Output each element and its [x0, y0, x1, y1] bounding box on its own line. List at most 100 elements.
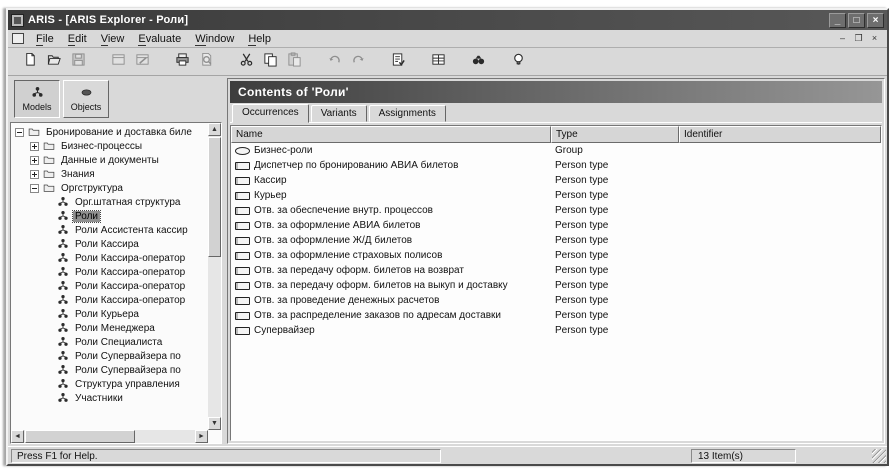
- tip-of-day-button[interactable]: [507, 52, 529, 72]
- tree-item[interactable]: Оргструктура: [13, 181, 208, 195]
- table-row[interactable]: Отв. за оформление АВИА билетов Person ty…: [231, 218, 881, 233]
- cell-name: Отв. за оформление Ж/Д билетов: [231, 235, 551, 246]
- tree-item[interactable]: Бронирование и доставка биле: [13, 125, 208, 139]
- tree-item[interactable]: Роли Кассира: [13, 237, 208, 251]
- tree-item[interactable]: Бизнес-процессы: [13, 139, 208, 153]
- table-row[interactable]: Отв. за обеспечение внутр. процессов Pers…: [231, 203, 881, 218]
- tree-item[interactable]: Роли Кассира-оператор: [13, 251, 208, 265]
- mode-button-models[interactable]: Models: [14, 80, 60, 118]
- menu-bar: File Edit View Evaluate Window Help – ❐ ×: [8, 30, 887, 48]
- cell-type: Person type: [555, 310, 609, 321]
- menu-item-file[interactable]: File: [29, 32, 61, 46]
- scroll-left-icon[interactable]: ◄: [11, 430, 24, 443]
- copy-icon: [263, 52, 278, 72]
- org-chart-icon: [56, 252, 70, 264]
- status-message: Press F1 for Help.: [11, 448, 441, 463]
- vertical-scroll-thumb[interactable]: [208, 137, 221, 257]
- minimize-button[interactable]: _: [829, 12, 846, 28]
- table-row[interactable]: Курьер Person type: [231, 188, 881, 203]
- tree-item-label: Роли Ассистента кассир: [75, 224, 188, 236]
- expand-plus-icon[interactable]: [30, 155, 39, 165]
- table-row[interactable]: Бизнес-роли Group: [231, 143, 881, 158]
- scroll-right-icon[interactable]: ►: [195, 430, 208, 443]
- close-button[interactable]: ×: [867, 12, 884, 28]
- copy-button[interactable]: [259, 52, 281, 72]
- horizontal-scroll-thumb[interactable]: [25, 430, 135, 443]
- properties-button[interactable]: [387, 52, 409, 72]
- collapse-minus-icon[interactable]: [30, 183, 39, 193]
- tree-item[interactable]: Орг.штатная структура: [13, 195, 208, 209]
- child-minimize-button[interactable]: –: [836, 33, 849, 44]
- person-type-icon: [235, 296, 250, 305]
- org-chart-icon: [56, 350, 70, 362]
- resize-grip[interactable]: [872, 449, 886, 463]
- attributes-button[interactable]: [427, 52, 449, 72]
- tree-item[interactable]: Роли Кассира-оператор: [13, 265, 208, 279]
- tree-item[interactable]: Роли Ассистента кассир: [13, 223, 208, 237]
- person-type-icon: [235, 326, 250, 335]
- table-row[interactable]: Отв. за передачу оформ. билетов на возвр…: [231, 263, 881, 278]
- print-button[interactable]: [171, 52, 193, 72]
- tree-item[interactable]: Роли Менеджера: [13, 321, 208, 335]
- table-row[interactable]: Отв. за передачу оформ. билетов на выкуп…: [231, 278, 881, 293]
- tree-item[interactable]: Данные и документы: [13, 153, 208, 167]
- cut-button[interactable]: [235, 52, 257, 72]
- column-header-name[interactable]: Name: [231, 126, 551, 143]
- tree-item[interactable]: Знания: [13, 167, 208, 181]
- table-row[interactable]: Отв. за оформление Ж/Д билетов Person typ…: [231, 233, 881, 248]
- cell-type: Person type: [555, 325, 609, 336]
- menu-item-help[interactable]: Help: [241, 32, 278, 46]
- expand-plus-icon[interactable]: [30, 141, 39, 151]
- tree-item[interactable]: Роли Супервайзера по: [13, 349, 208, 363]
- mdi-child-icon[interactable]: [12, 33, 24, 44]
- open-button[interactable]: [43, 52, 65, 72]
- table-row[interactable]: Отв. за распределение заказов по адресам…: [231, 308, 881, 323]
- tree-item[interactable]: Участники: [13, 391, 208, 405]
- person-type-icon: [235, 176, 250, 185]
- tree-vertical-scrollbar[interactable]: ▲ ▼: [208, 123, 221, 430]
- menu-item-edit[interactable]: Edit: [61, 32, 94, 46]
- new-document-icon: [23, 52, 38, 72]
- find-button[interactable]: [467, 52, 489, 72]
- tree-item[interactable]: Роли Кассира-оператор: [13, 293, 208, 307]
- column-header-type[interactable]: Type: [551, 126, 679, 143]
- tree-item[interactable]: Роли Специалиста: [13, 335, 208, 349]
- menu-item-view[interactable]: View: [94, 32, 132, 46]
- tab-assignments[interactable]: Assignments: [368, 105, 446, 122]
- menu-item-evaluate[interactable]: Evaluate: [131, 32, 188, 46]
- table-row[interactable]: Диспетчер по бронированию АВИА билетов Pe…: [231, 158, 881, 173]
- tree-horizontal-scrollbar[interactable]: ◄ ►: [11, 430, 208, 443]
- status-bar: Press F1 for Help. 13 Item(s): [8, 446, 887, 464]
- title-bar[interactable]: ARIS - [ARIS Explorer - Роли] _ □ ×: [8, 10, 887, 30]
- column-header-identifier[interactable]: Identifier: [679, 126, 881, 143]
- contents-header-title: Contents of 'Роли': [238, 85, 349, 99]
- tree-item[interactable]: Роли Кассира-оператор: [13, 279, 208, 293]
- cell-name: Кассир: [231, 175, 551, 186]
- tab-variants[interactable]: Variants: [310, 105, 367, 122]
- tree-item-label: Оргструктура: [61, 182, 123, 194]
- table-header: Name Type Identifier: [231, 126, 881, 143]
- table-row[interactable]: Супервайзер Person type: [231, 323, 881, 338]
- tree-item[interactable]: Роли Курьера: [13, 307, 208, 321]
- window-title: ARIS - [ARIS Explorer - Роли]: [28, 14, 189, 26]
- table-row[interactable]: Отв. за проведение денежных расчетов Pers…: [231, 293, 881, 308]
- contents-table: Name Type Identifier Бизнес-роли Group Диспе…: [230, 125, 882, 441]
- tree-item[interactable]: Роли Супервайзера по: [13, 363, 208, 377]
- maximize-button[interactable]: □: [848, 12, 865, 28]
- child-close-button[interactable]: ×: [868, 33, 881, 44]
- mode-button-objects[interactable]: Objects: [63, 80, 109, 118]
- collapse-minus-icon[interactable]: [15, 127, 24, 137]
- tab-occurrences[interactable]: Occurrences: [232, 104, 309, 123]
- scroll-up-icon[interactable]: ▲: [208, 123, 221, 136]
- scroll-down-icon[interactable]: ▼: [208, 417, 221, 430]
- table-row[interactable]: Кассир Person type: [231, 173, 881, 188]
- tree-item[interactable]: Структура управления: [13, 377, 208, 391]
- expand-plus-icon[interactable]: [30, 169, 39, 179]
- tree-item[interactable]: Роли: [13, 209, 208, 223]
- new-button[interactable]: [19, 52, 41, 72]
- menu-item-window[interactable]: Window: [188, 32, 241, 46]
- child-restore-button[interactable]: ❐: [852, 33, 865, 44]
- table-row[interactable]: Отв. за оформление страховых полисов Pers…: [231, 248, 881, 263]
- tree-item-label: Роли Кассира-оператор: [75, 252, 186, 264]
- cell-type: Group: [555, 145, 583, 156]
